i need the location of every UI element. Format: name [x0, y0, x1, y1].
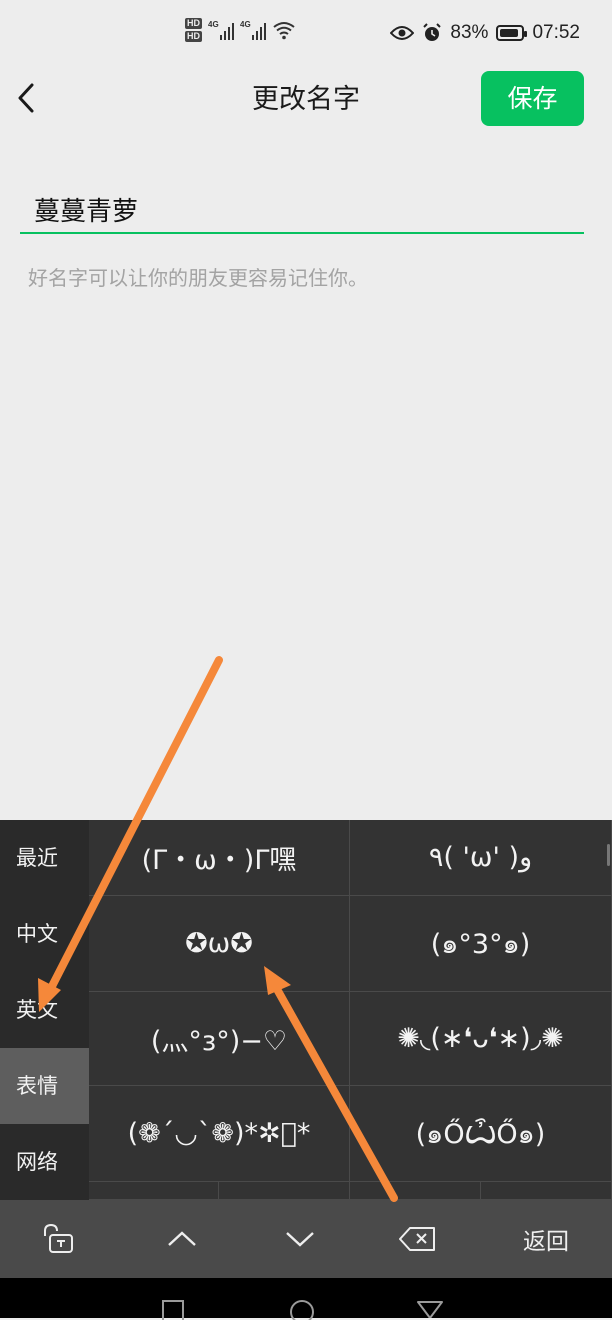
backspace-icon	[399, 1227, 435, 1251]
emoticon-cell[interactable]: (灬°з°)−♡	[89, 992, 350, 1086]
back-triangle-icon[interactable]	[416, 1300, 444, 1318]
chevron-down-icon	[286, 1232, 314, 1247]
emoticon-cell[interactable]: ٩( 'ω' )و	[350, 820, 612, 896]
emoticon-cell-partial[interactable]	[350, 1182, 481, 1200]
hd-icon: HD HD	[185, 18, 202, 42]
scrollbar[interactable]	[607, 844, 610, 866]
battery-icon	[496, 25, 528, 41]
keyboard-toolbar: 返回	[0, 1200, 612, 1278]
category-emoticon[interactable]: 表情	[0, 1048, 89, 1124]
emoticon-cell-partial[interactable]	[89, 1182, 219, 1200]
chevron-up-icon	[168, 1231, 196, 1246]
system-nav-bar	[0, 1278, 612, 1320]
alarm-icon	[423, 23, 442, 41]
return-button[interactable]: 返回	[500, 1200, 592, 1278]
hint-text: 好名字可以让你的朋友更容易记住你。	[28, 266, 368, 290]
emoticon-cell-partial[interactable]	[481, 1182, 612, 1200]
signal-icon: 4G	[208, 20, 234, 40]
emoticon-cell[interactable]: (Γ・ω・)Γ嘿	[89, 820, 350, 896]
status-right: 83% 07:52	[390, 22, 580, 44]
clock: 07:52	[532, 22, 580, 43]
status-bar: HD HD 4G 4G 83% 07:52	[0, 0, 612, 70]
category-english[interactable]: 英文	[0, 972, 89, 1048]
home-icon[interactable]	[288, 1298, 316, 1320]
network-indicators: HD HD 4G 4G	[185, 18, 296, 42]
emoticon-cell[interactable]: ✪ω✪	[89, 896, 350, 992]
category-chinese[interactable]: 中文	[0, 896, 89, 972]
emoticon-keyboard: 最近 中文 英文 表情 网络 (Γ・ω・)Γ嘿 ٩( 'ω' )و ✪ω✪ (๑…	[0, 820, 612, 1200]
name-input[interactable]	[20, 186, 584, 234]
recent-apps-icon[interactable]	[162, 1300, 184, 1320]
emoticon-grid: (Γ・ω・)Γ嘿 ٩( 'ω' )و ✪ω✪ (๑°3°๑) (灬°з°)−♡ …	[89, 820, 612, 1200]
unlock-icon	[44, 1224, 73, 1253]
emoticon-cell[interactable]: (๑ŐѼŐ๑)	[350, 1086, 612, 1182]
eye-icon	[390, 26, 415, 40]
emoticon-cell[interactable]: (❁´◡`❁)*✲ﾟ*	[89, 1086, 350, 1182]
delete-button[interactable]	[380, 1200, 456, 1278]
page-down-button[interactable]	[262, 1200, 338, 1278]
emoticon-cell[interactable]: ✺◟(∗❛ᴗ❛∗)◞✺	[350, 992, 612, 1086]
return-label: 返回	[523, 1229, 569, 1255]
save-button[interactable]: 保存	[481, 71, 584, 126]
emoticon-cell[interactable]: (๑°3°๑)	[350, 896, 612, 992]
wifi-icon	[273, 22, 295, 40]
category-list: 最近 中文 英文 表情 网络	[0, 820, 89, 1200]
signal-icon-2: 4G	[240, 20, 266, 40]
lock-button[interactable]	[20, 1200, 96, 1278]
category-network[interactable]: 网络	[0, 1124, 89, 1200]
emoticon-cell-partial[interactable]	[219, 1182, 350, 1200]
battery-percent: 83%	[450, 22, 489, 43]
category-recent[interactable]: 最近	[0, 820, 89, 896]
page-up-button[interactable]	[144, 1200, 220, 1278]
